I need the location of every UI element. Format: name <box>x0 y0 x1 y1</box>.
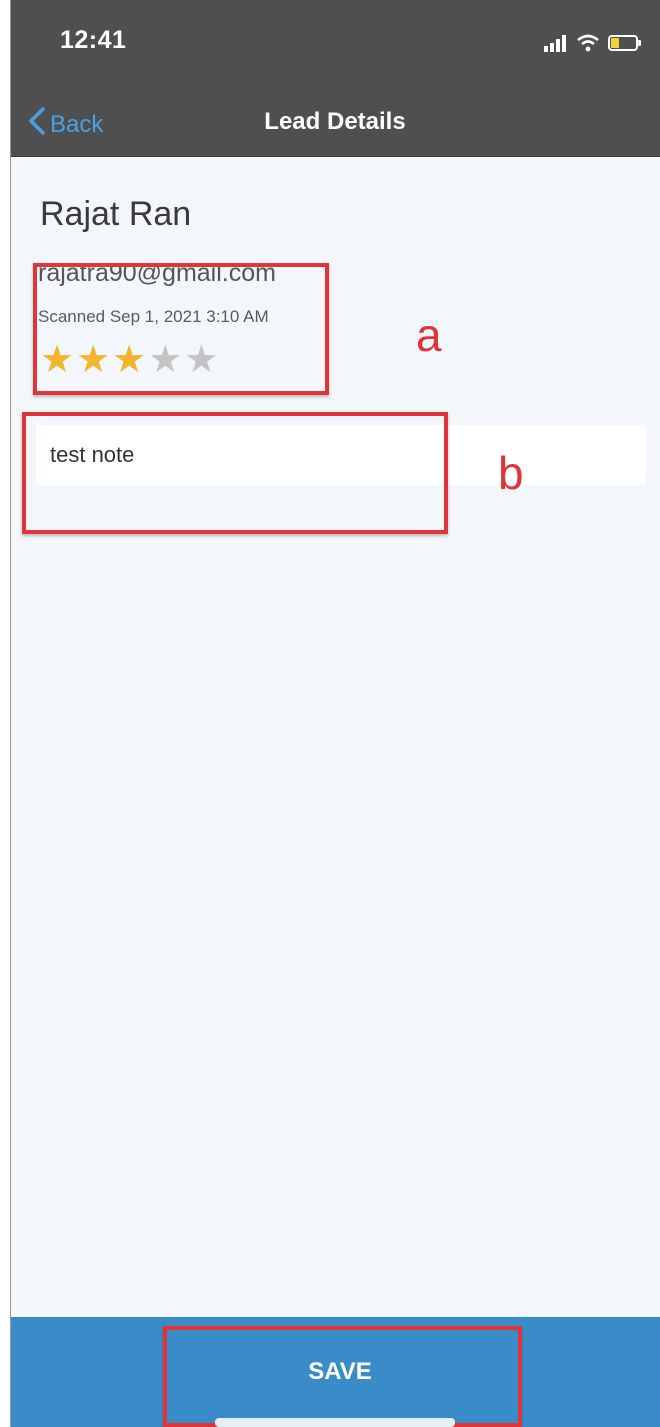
signal-icon <box>544 34 568 57</box>
status-time: 12:41 <box>60 26 127 54</box>
screen: 12:41 Back Lead Details Rajat Ran rajatr… <box>0 0 660 1427</box>
save-button[interactable]: SAVE <box>165 1317 515 1427</box>
annotation-label-b: b <box>498 447 524 499</box>
scanned-timestamp: Scanned Sep 1, 2021 3:10 AM <box>38 307 269 326</box>
star-filled-icon[interactable]: ★ <box>40 341 74 379</box>
lead-name: Rajat Ran <box>40 195 192 233</box>
page-title: Lead Details <box>264 108 406 135</box>
lead-email: rajatra90@gmail.com <box>38 259 276 287</box>
home-indicator <box>215 1418 455 1427</box>
star-filled-icon[interactable]: ★ <box>76 341 110 379</box>
annotation-label-a: a <box>416 309 442 361</box>
navigation-bar: Back Lead Details <box>10 84 660 157</box>
save-bar: SAVE <box>10 1317 660 1427</box>
note-input[interactable] <box>36 425 646 485</box>
left-divider <box>0 0 11 1427</box>
star-rating[interactable]: ★ ★ ★ ★ ★ <box>40 341 218 379</box>
wifi-icon <box>576 34 600 57</box>
star-empty-icon[interactable]: ★ <box>148 341 182 379</box>
lead-details-content: Rajat Ran rajatra90@gmail.com Scanned Se… <box>10 157 660 1317</box>
star-empty-icon[interactable]: ★ <box>184 341 218 379</box>
battery-icon <box>608 34 642 57</box>
status-icons <box>544 34 642 57</box>
status-bar: 12:41 <box>10 0 660 84</box>
star-filled-icon[interactable]: ★ <box>112 341 146 379</box>
